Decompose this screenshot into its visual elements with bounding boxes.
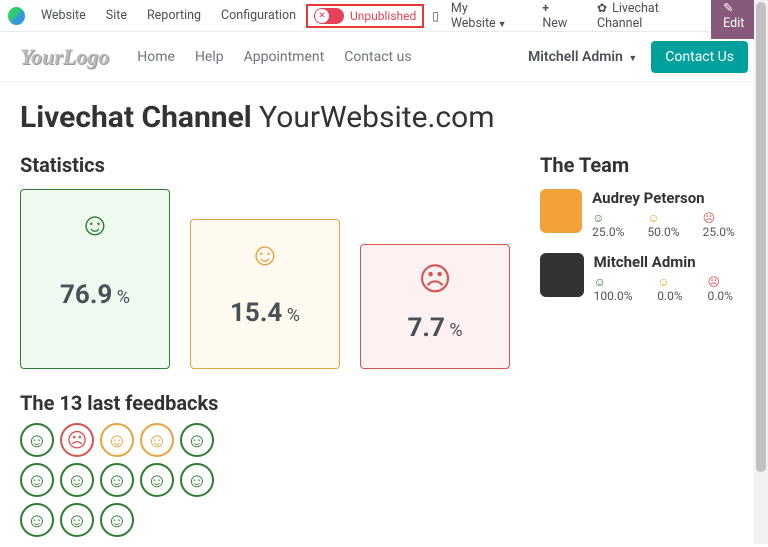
happy-face-icon: ☺ bbox=[31, 208, 159, 240]
publish-toggle[interactable]: Unpublished bbox=[306, 4, 424, 28]
feedback-icon-happy: ☺ bbox=[180, 463, 214, 497]
my-website-dropdown[interactable]: My Website▼ bbox=[441, 1, 532, 31]
publish-state-label: Unpublished bbox=[350, 9, 416, 23]
sad-face-icon: ☹ bbox=[371, 263, 499, 295]
team-member: Audrey Peterson ☺ 25.0% ☺ 50.0% ☹ 25.0% bbox=[540, 189, 748, 239]
contact-us-button[interactable]: Contact Us bbox=[651, 41, 748, 73]
feedback-icon-happy: ☺ bbox=[60, 503, 94, 537]
nav-configuration[interactable]: Configuration bbox=[211, 8, 306, 23]
avatar bbox=[540, 253, 584, 297]
feedback-icon-happy: ☺ bbox=[20, 503, 54, 537]
feedback-icon-happy: ☺ bbox=[60, 463, 94, 497]
top-menu-bar: Website Site Reporting Configuration Unp… bbox=[0, 0, 768, 32]
feedback-icon-neutral: ☺ bbox=[140, 423, 174, 457]
member-name: Mitchell Admin bbox=[594, 253, 748, 271]
odoo-logo-icon bbox=[8, 7, 25, 25]
feedback-icon-happy: ☺ bbox=[20, 463, 54, 497]
feedback-icon-happy: ☺ bbox=[100, 463, 134, 497]
site-navbar: YourLogo Home Help Appointment Contact u… bbox=[0, 32, 768, 82]
user-dropdown[interactable]: Mitchell Admin ▼ bbox=[528, 49, 637, 65]
stat-card-happy: ☺ 76.9 % bbox=[20, 189, 170, 369]
statistics-heading: Statistics bbox=[20, 153, 510, 177]
feedback-icon-happy: ☺ bbox=[20, 423, 54, 457]
stat-card-sad: ☹ 7.7 % bbox=[360, 244, 510, 369]
stat-card-neutral: ☺ 15.4 % bbox=[190, 219, 340, 369]
toggle-switch-icon bbox=[314, 8, 344, 24]
nav-home[interactable]: Home bbox=[127, 49, 185, 65]
nav-help[interactable]: Help bbox=[185, 49, 234, 65]
statistics-cards: ☺ 76.9 % ☺ 15.4 % ☹ 7.7 % bbox=[20, 189, 510, 369]
feedback-icon-sad: ☹ bbox=[60, 423, 94, 457]
site-logo[interactable]: YourLogo bbox=[20, 44, 109, 70]
feedbacks-heading: The 13 last feedbacks bbox=[20, 391, 510, 415]
page-title: Livechat Channel YourWebsite.com bbox=[20, 100, 748, 135]
team-member: Mitchell Admin ☺ 100.0% ☺ 0.0% ☹ 0.0% bbox=[540, 253, 748, 303]
livechat-channel-link[interactable]: ✿ Livechat Channel bbox=[587, 1, 711, 31]
nav-appointment[interactable]: Appointment bbox=[234, 49, 335, 65]
feedback-icon-happy: ☺ bbox=[100, 503, 134, 537]
feedback-icon-happy: ☺ bbox=[140, 463, 174, 497]
member-name: Audrey Peterson bbox=[592, 189, 748, 207]
nav-contact[interactable]: Contact us bbox=[334, 49, 421, 65]
neutral-face-icon: ☺ bbox=[201, 238, 329, 270]
mobile-icon[interactable]: ▯ bbox=[432, 9, 439, 23]
scrollbar[interactable] bbox=[754, 0, 768, 544]
team-heading: The Team bbox=[540, 153, 748, 177]
nav-website[interactable]: Website bbox=[31, 8, 96, 23]
new-button[interactable]: + New bbox=[532, 1, 587, 31]
feedbacks-grid: ☺ ☹ ☺ ☺ ☺ ☺ ☺ ☺ ☺ ☺ ☺ ☺ ☺ bbox=[20, 423, 240, 537]
nav-site[interactable]: Site bbox=[96, 8, 137, 23]
feedback-icon-neutral: ☺ bbox=[100, 423, 134, 457]
nav-reporting[interactable]: Reporting bbox=[137, 8, 211, 23]
feedback-icon-happy: ☺ bbox=[180, 423, 214, 457]
avatar bbox=[540, 189, 582, 233]
